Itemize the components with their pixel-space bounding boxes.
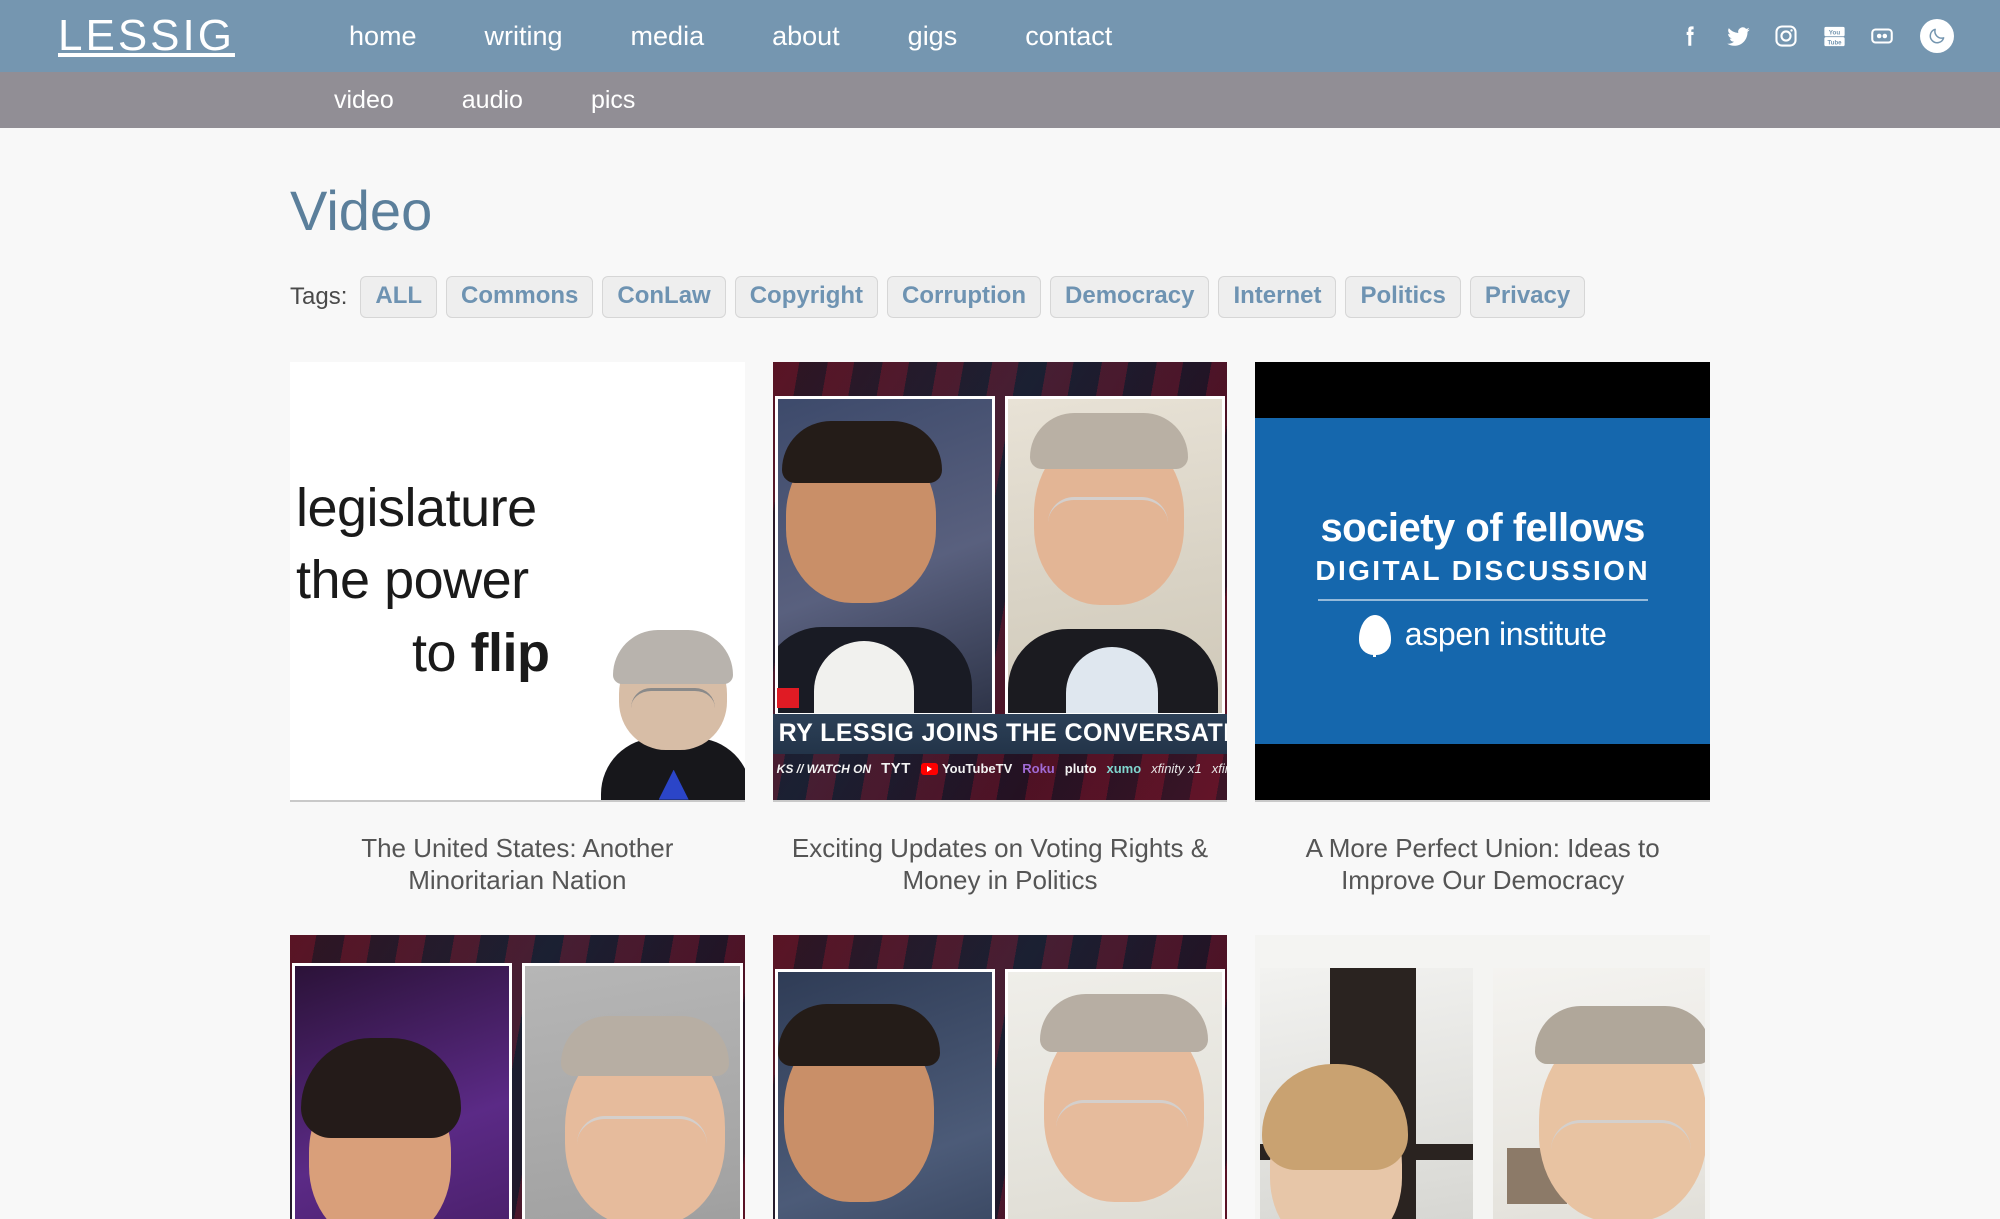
primary-navigation-bar: LESSIG home writing media about gigs con… [0,0,2000,72]
twitter-icon[interactable] [1724,22,1752,50]
flickr-icon[interactable] [1868,22,1896,50]
ticker-item-xumo: xumo [1106,761,1142,777]
tag-filter-democracy[interactable]: Democracy [1050,275,1210,318]
organization-lockup: aspen institute [1358,614,1607,657]
broadcast-ticker: KS // WATCH ON TYT YouTubeTV Roku pluto … [773,754,1228,784]
video-card[interactable]: legislature the power to flip The United… [290,361,745,897]
aspen-leaf-icon [1358,614,1391,657]
tag-filter-copyright[interactable]: Copyright [734,275,879,318]
video-caption: Exciting Updates on Voting Rights & Mone… [791,832,1209,896]
speaker-portrait [600,629,745,800]
nav-item-contact[interactable]: contact [991,21,1146,52]
video-thumbnail: legislature the power to flip [290,361,745,802]
tag-filter-all[interactable]: ALL [360,275,438,318]
broadcast-marker [776,687,799,708]
tag-filter-internet[interactable]: Internet [1218,275,1337,318]
content-container: Video Tags: ALL Commons ConLaw Copyright… [290,180,1710,1219]
speaker-pane-left [774,968,995,1219]
video-caption: The United States: Another Minoritarian … [361,832,674,896]
moon-icon [1927,26,1947,46]
video-card[interactable] [290,934,745,1219]
primary-nav-links: home writing media about gigs contact [315,21,1146,52]
slide-line-2: the power [296,550,529,611]
ticker-item-xfinity-flex: xfinity flex [1211,761,1228,777]
tag-filter-row: Tags: ALL Commons ConLaw Copyright Corru… [290,275,1710,318]
slide-line-1: society of fellows [1320,505,1645,550]
slide-line-2: DIGITAL DISCUSSION [1315,554,1650,586]
speaker-pane-right [1005,968,1226,1219]
svg-text:You: You [1828,29,1840,36]
tag-filter-corruption[interactable]: Corruption [887,275,1042,318]
speaker-pane-left [292,962,513,1219]
video-thumbnail [772,934,1228,1219]
social-links: You Tube [1676,19,1954,53]
subnav-item-audio[interactable]: audio [428,86,557,115]
slide-divider [1317,598,1648,601]
video-thumbnail [290,934,745,1219]
site-logo[interactable]: LESSIG [58,14,235,58]
broadcast-headline: RY LESSIG JOINS THE CONVERSATION [772,713,1228,754]
video-card[interactable]: society of fellows DIGITAL DISCUSSION as… [1255,361,1710,897]
ticker-item-roku: Roku [1022,761,1055,777]
speaker-pane-left [1257,964,1476,1219]
subnav-item-video[interactable]: video [300,86,428,115]
instagram-icon[interactable] [1772,22,1800,50]
video-grid: legislature the power to flip The United… [290,361,1710,1219]
tag-filter-politics[interactable]: Politics [1345,275,1461,318]
main-content: Video Tags: ALL Commons ConLaw Copyright… [0,128,2000,1219]
facebook-icon[interactable] [1676,22,1704,50]
youtube-icon[interactable]: You Tube [1820,22,1848,50]
dark-mode-toggle[interactable] [1920,19,1954,53]
video-thumbnail: RY LESSIG JOINS THE CONVERSATION KS // W… [772,361,1228,802]
video-thumbnail: society of fellows DIGITAL DISCUSSION as… [1255,361,1710,802]
speaker-pane-right [1005,395,1226,716]
youtube-badge-icon [920,762,938,775]
ticker-item-youtubetv: YouTubeTV [920,761,1012,776]
video-caption: A More Perfect Union: Ideas to Improve O… [1305,832,1660,896]
nav-item-media[interactable]: media [597,21,739,52]
tags-label: Tags: [290,282,348,310]
ticker-item-pluto: pluto [1064,761,1097,777]
tag-filter-commons[interactable]: Commons [446,275,594,318]
nav-item-about[interactable]: about [738,21,874,52]
slide-line-1: legislature [296,478,537,539]
secondary-navigation-bar: video audio pics [0,72,2000,128]
nav-item-writing[interactable]: writing [451,21,597,52]
ticker-network: TYT [881,760,911,778]
video-thumbnail [1255,934,1710,1219]
subnav-item-pics[interactable]: pics [557,86,669,115]
tag-filter-privacy[interactable]: Privacy [1469,275,1586,318]
nav-item-home[interactable]: home [315,21,451,52]
ticker-prefix: KS // WATCH ON [776,761,872,776]
speaker-pane-left [774,395,995,716]
page-title: Video [290,179,433,242]
speaker-pane-right [1489,964,1708,1219]
ticker-item-xfinity-x1: xfinity x1 [1151,761,1202,777]
tag-filter-conlaw[interactable]: ConLaw [602,275,726,318]
slide-line-3-bold: flip [470,622,550,683]
video-card[interactable] [1255,934,1710,1219]
slide-line-3-prefix: to [412,622,471,683]
organization-name: aspen institute [1404,616,1607,653]
speaker-pane-right [522,962,743,1219]
nav-item-gigs[interactable]: gigs [874,21,992,52]
video-card[interactable]: RY LESSIG JOINS THE CONVERSATION KS // W… [772,361,1228,897]
svg-text:Tube: Tube [1827,40,1842,46]
video-card[interactable] [772,934,1228,1219]
